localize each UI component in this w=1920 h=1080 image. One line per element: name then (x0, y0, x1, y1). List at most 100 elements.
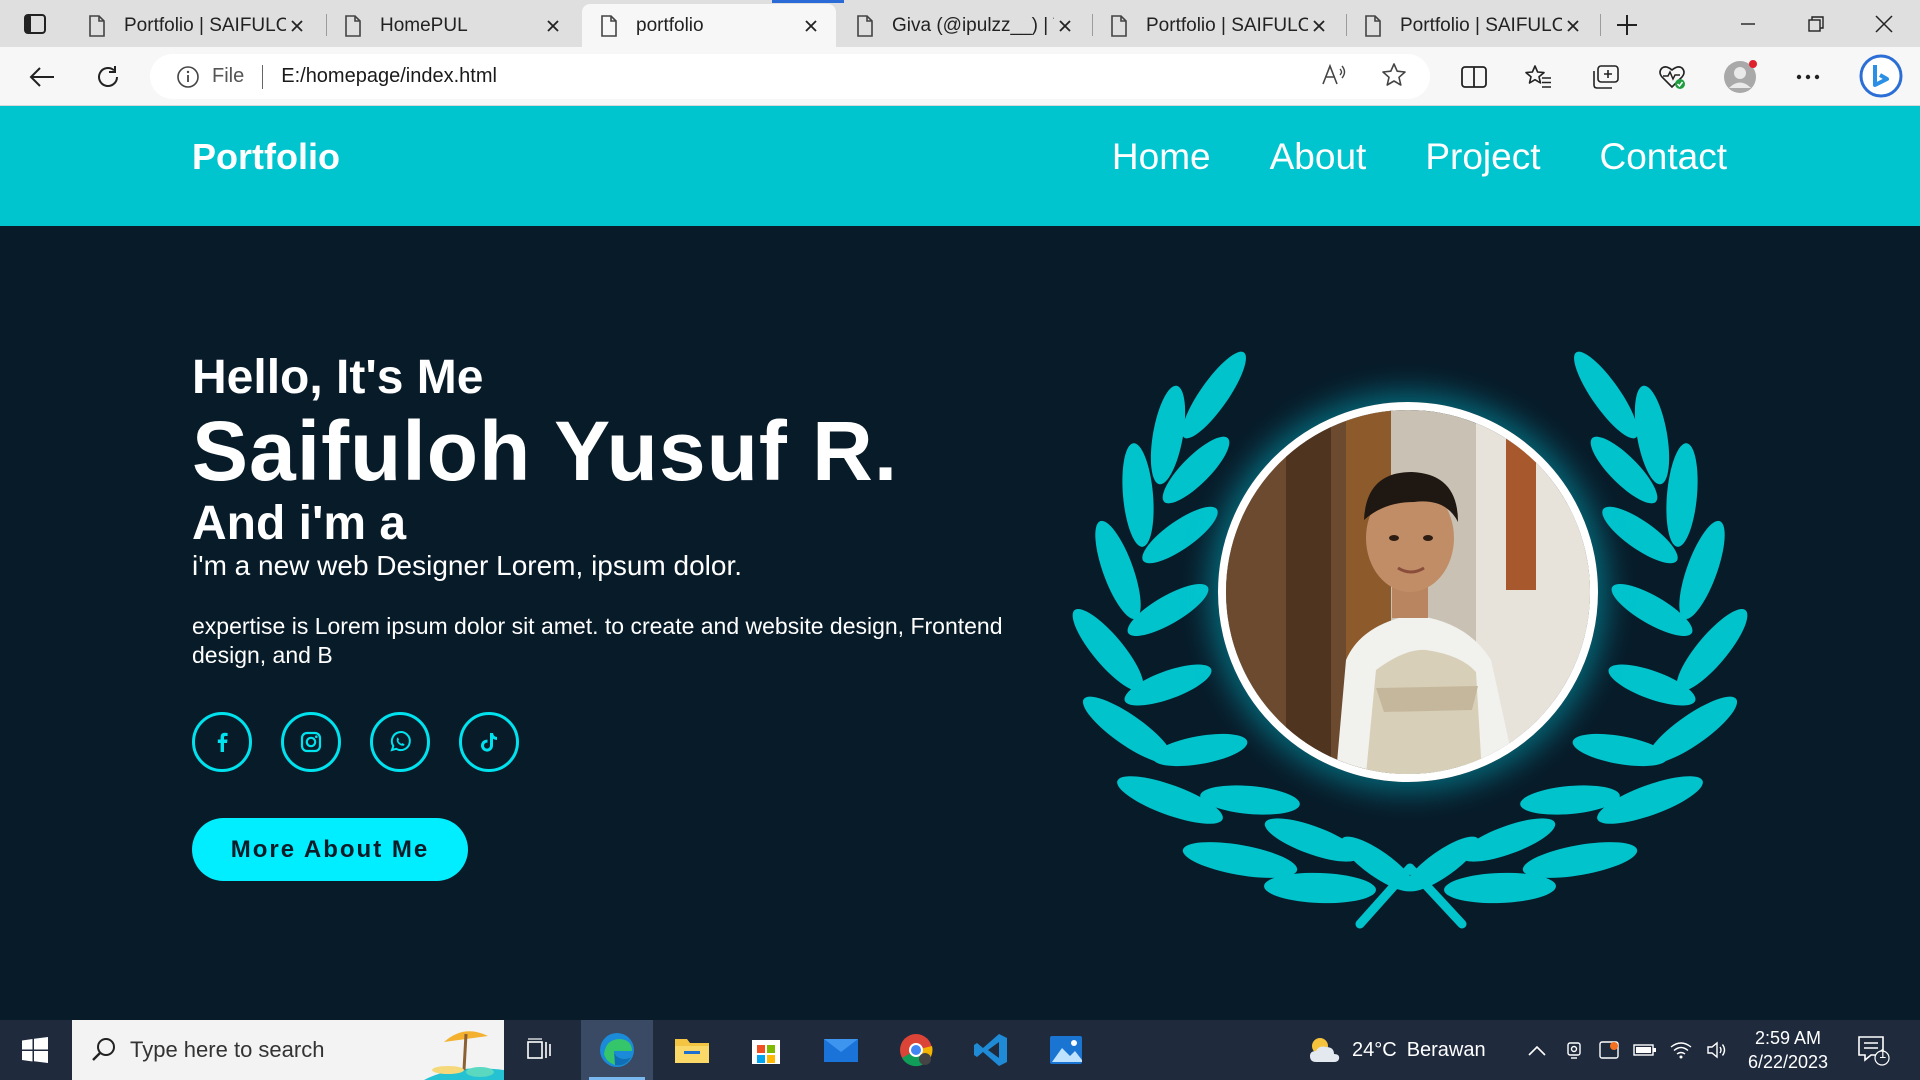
reload-icon (98, 66, 118, 87)
show-hidden-icons-button[interactable] (1522, 1020, 1552, 1080)
taskbar-app-file-explorer[interactable] (656, 1020, 728, 1080)
info-icon[interactable] (176, 65, 200, 89)
favorite-button[interactable] (1374, 55, 1414, 95)
wifi-icon (1670, 1042, 1692, 1059)
taskbar-app-edge[interactable] (581, 1020, 653, 1080)
battery-indicator[interactable] (1630, 1020, 1660, 1080)
page-icon (601, 14, 617, 37)
url-scheme: File (212, 65, 245, 87)
weather-widget[interactable]: 24°C Berawan (1306, 1020, 1486, 1080)
taskbar-app-mail[interactable] (805, 1020, 877, 1080)
tray-app-button[interactable] (1594, 1020, 1624, 1080)
browser-essentials-button[interactable] (1652, 57, 1692, 97)
close-icon[interactable] (542, 15, 564, 37)
browser-tab-strip: Portfolio | SAIFULOH HomePUL portfolio G… (0, 0, 1920, 47)
meet-now-button[interactable] (1560, 1020, 1590, 1080)
plus-icon (1617, 15, 1637, 35)
instagram-icon (300, 731, 322, 753)
address-bar[interactable]: File E:/homepage/index.html (150, 54, 1430, 99)
tiktok-link[interactable] (459, 712, 519, 772)
facebook-link[interactable] (192, 712, 252, 772)
browser-toolbar: File E:/homepage/index.html (0, 47, 1920, 106)
windows-taskbar: Type here to search 24°C Berawan 2:59 AM… (0, 1020, 1920, 1080)
nav-link-home[interactable]: Home (1112, 136, 1211, 178)
task-view-button[interactable] (504, 1020, 576, 1080)
more-horizontal-icon (1796, 74, 1820, 80)
nav-link-project[interactable]: Project (1425, 136, 1540, 178)
address-divider (262, 64, 264, 89)
partly-cloudy-icon (1310, 1038, 1340, 1062)
split-screen-button[interactable] (1454, 57, 1494, 97)
hero-name: Saifuloh Yusuf R. (192, 404, 899, 498)
close-window-button[interactable] (1850, 0, 1918, 47)
read-aloud-icon (1322, 64, 1346, 85)
profile-photo (1218, 402, 1598, 782)
chevron-up-icon (1528, 1045, 1546, 1056)
notification-center-button[interactable]: 1 (1854, 1032, 1894, 1068)
restore-button[interactable] (1782, 0, 1850, 47)
webcam-icon (1567, 1042, 1581, 1059)
site-logo[interactable]: Portfolio (192, 136, 340, 178)
volume-indicator[interactable] (1702, 1020, 1732, 1080)
more-about-me-button[interactable]: More About Me (192, 818, 468, 881)
search-icon (92, 1038, 115, 1061)
facebook-icon (217, 732, 228, 752)
tab-title: Portfolio | SAIFULOH (1400, 14, 1562, 36)
speaker-icon (1707, 1041, 1726, 1059)
photos-icon (1050, 1036, 1082, 1064)
mail-icon (824, 1039, 858, 1062)
start-button[interactable] (0, 1020, 70, 1080)
nav-link-contact[interactable]: Contact (1599, 136, 1727, 178)
tab-title: Portfolio | SAIFULOH (1146, 14, 1308, 36)
favorites-button[interactable] (1518, 57, 1558, 97)
instagram-link[interactable] (281, 712, 341, 772)
tab-divider (1600, 14, 1601, 36)
taskbar-app-photos[interactable] (1030, 1020, 1102, 1080)
bing-copilot-button[interactable] (1856, 51, 1906, 101)
chrome-icon (900, 1034, 933, 1067)
profile-photo-image (1226, 410, 1590, 774)
social-links (192, 712, 519, 772)
task-view-icon (527, 1038, 551, 1059)
tab-actions-icon[interactable] (22, 12, 48, 36)
browser-tab[interactable]: HomePUL (326, 4, 578, 47)
taskbar-app-vscode[interactable] (955, 1020, 1027, 1080)
back-button[interactable] (22, 57, 62, 97)
minimize-button[interactable] (1714, 0, 1782, 47)
settings-more-button[interactable] (1788, 57, 1828, 97)
close-icon[interactable] (286, 15, 308, 37)
hero-role: i'm a new web Designer Lorem, ipsum dolo… (192, 550, 743, 581)
taskbar-clock[interactable]: 2:59 AM 6/22/2023 (1736, 1026, 1840, 1074)
new-tab-button[interactable] (1612, 10, 1642, 40)
tab-title: HomePUL (380, 14, 468, 36)
folder-icon (675, 1039, 709, 1063)
split-screen-icon (1461, 66, 1487, 88)
taskbar-search-box[interactable]: Type here to search (72, 1020, 504, 1080)
browser-tab[interactable]: Portfolio | SAIFULOH (1092, 4, 1344, 47)
close-icon[interactable] (1308, 15, 1330, 37)
nav-link-about[interactable]: About (1270, 136, 1367, 178)
taskbar-app-chrome[interactable] (880, 1020, 952, 1080)
close-icon[interactable] (1054, 15, 1076, 37)
close-icon[interactable] (1562, 15, 1584, 37)
close-icon[interactable] (800, 15, 822, 37)
taskbar-app-microsoft-store[interactable] (730, 1020, 802, 1080)
url-text[interactable]: E:/homepage/index.html (281, 65, 497, 88)
whatsapp-icon (390, 731, 411, 752)
read-aloud-button[interactable] (1314, 55, 1354, 95)
whatsapp-link[interactable] (370, 712, 430, 772)
beach-umbrella-icon (424, 1031, 504, 1080)
battery-icon (1633, 1044, 1656, 1056)
clock-time: 2:59 AM (1754, 1028, 1822, 1048)
browser-tab-active[interactable]: portfolio (582, 0, 844, 47)
browser-tab[interactable]: Portfolio | SAIFULOH (70, 4, 322, 47)
browser-tab[interactable]: Portfolio | SAIFULOH (1346, 4, 1598, 47)
collections-button[interactable] (1586, 57, 1626, 97)
weather-temp: 24°C (1352, 1038, 1397, 1061)
network-indicator[interactable] (1666, 1020, 1696, 1080)
profile-button[interactable] (1720, 57, 1760, 97)
browser-tab[interactable]: Giva (@ipulzz__) | TikTok (838, 4, 1090, 47)
collections-icon (1593, 65, 1619, 89)
heart-pulse-icon (1659, 66, 1685, 89)
reload-button[interactable] (88, 57, 128, 97)
